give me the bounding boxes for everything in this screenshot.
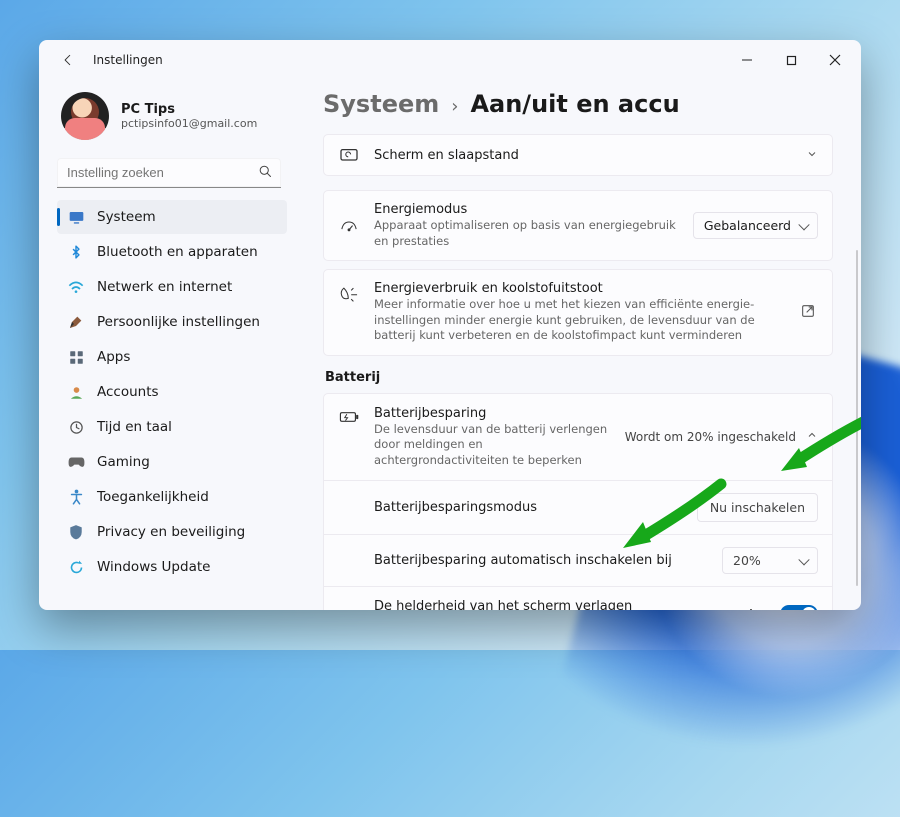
window-title: Instellingen — [93, 53, 163, 67]
sidebar-item-label: Systeem — [97, 209, 156, 225]
enable-now-button[interactable]: Nu inschakelen — [697, 493, 818, 522]
card-title: Scherm en slaapstand — [374, 148, 792, 163]
chevron-down-icon — [806, 148, 818, 163]
privacy-icon — [67, 523, 85, 541]
sidebar-item-time[interactable]: Tijd en taal — [57, 410, 287, 444]
search-input[interactable] — [57, 158, 281, 188]
network-icon — [67, 278, 85, 296]
maximize-button[interactable] — [769, 45, 813, 75]
accessibility-icon — [67, 488, 85, 506]
row-saver-mode: Batterijbesparingsmodus Nu inschakelen — [324, 480, 832, 534]
sidebar-item-accessibility[interactable]: Toegankelijkheid — [57, 480, 287, 514]
battery-header: Batterij — [325, 370, 831, 385]
breadcrumb: Systeem › Aan/uit en accu — [323, 90, 833, 118]
profile-name: PC Tips — [121, 102, 257, 117]
sidebar: PC Tips pctipsinfo01@gmail.com Systeem B… — [39, 80, 299, 610]
profile-email: pctipsinfo01@gmail.com — [121, 117, 257, 130]
close-button[interactable] — [813, 45, 857, 75]
sidebar-item-system[interactable]: Systeem — [57, 200, 287, 234]
card-title: Energiemodus — [374, 202, 679, 217]
row-title: Batterijbesparingsmodus — [374, 500, 683, 515]
sidebar-item-label: Persoonlijke instellingen — [97, 314, 260, 330]
energy-info-icon — [338, 285, 360, 303]
card-energy-info[interactable]: Energieverbruik en koolstofuitstoot Meer… — [323, 269, 833, 356]
chevron-up-icon — [806, 429, 818, 444]
screen-sleep-icon — [338, 148, 360, 164]
scrollbar[interactable] — [856, 250, 858, 586]
update-icon — [67, 558, 85, 576]
sidebar-item-apps[interactable]: Apps — [57, 340, 287, 374]
row-battery-saver[interactable]: Batterijbesparing De levensduur van de b… — [324, 394, 832, 481]
accounts-icon — [67, 383, 85, 401]
toggle-state-label: Aan — [747, 607, 770, 610]
back-button[interactable] — [57, 49, 79, 71]
breadcrumb-parent[interactable]: Systeem — [323, 90, 439, 118]
search-icon — [258, 164, 273, 183]
power-mode-select[interactable]: Gebalanceerd — [693, 212, 818, 239]
apps-icon — [67, 348, 85, 366]
row-title: Batterijbesparing — [374, 406, 611, 421]
system-icon — [67, 208, 85, 226]
nav: Systeem Bluetooth en apparaten Netwerk e… — [57, 200, 287, 584]
settings-window: Instellingen PC Tips pctipsinfo01@gmail.… — [39, 40, 861, 610]
sidebar-item-personalization[interactable]: Persoonlijke instellingen — [57, 305, 287, 339]
minimize-button[interactable] — [725, 45, 769, 75]
sidebar-item-network[interactable]: Netwerk en internet — [57, 270, 287, 304]
row-desc: De levensduur van de batterij verlengen … — [374, 422, 611, 469]
sidebar-item-label: Privacy en beveiliging — [97, 524, 245, 540]
sidebar-item-label: Windows Update — [97, 559, 210, 575]
card-power-mode[interactable]: Energiemodus Apparaat optimaliseren op b… — [323, 190, 833, 261]
battery-group: Batterij Batterijbesparing De levensduur… — [323, 370, 833, 610]
sidebar-item-update[interactable]: Windows Update — [57, 550, 287, 584]
time-icon — [67, 418, 85, 436]
sidebar-item-label: Tijd en taal — [97, 419, 172, 435]
personalization-icon — [67, 313, 85, 331]
row-title: De helderheid van het scherm verlagen wa… — [374, 599, 684, 610]
sidebar-item-label: Apps — [97, 349, 130, 365]
auto-enable-select[interactable]: 20% — [722, 547, 818, 574]
battery-saver-icon — [338, 410, 360, 424]
chevron-right-icon: › — [451, 96, 458, 117]
profile[interactable]: PC Tips pctipsinfo01@gmail.com — [57, 86, 287, 154]
avatar — [61, 92, 109, 140]
card-desc: Apparaat optimaliseren op basis van ener… — [374, 218, 679, 249]
sidebar-item-bluetooth[interactable]: Bluetooth en apparaten — [57, 235, 287, 269]
sidebar-item-label: Toegankelijkheid — [97, 489, 209, 505]
sidebar-item-label: Bluetooth en apparaten — [97, 244, 258, 260]
bluetooth-icon — [67, 243, 85, 261]
row-title: Batterijbesparing automatisch inschakele… — [374, 553, 708, 568]
page-title: Aan/uit en accu — [470, 90, 679, 118]
card-screen-sleep[interactable]: Scherm en slaapstand — [323, 134, 833, 176]
card-title: Energieverbruik en koolstofuitstoot — [374, 281, 786, 296]
lower-brightness-toggle[interactable] — [780, 605, 818, 610]
sidebar-item-privacy[interactable]: Privacy en beveiliging — [57, 515, 287, 549]
sidebar-item-label: Accounts — [97, 384, 159, 400]
row-lower-brightness: De helderheid van het scherm verlagen wa… — [324, 586, 832, 610]
sidebar-item-label: Netwerk en internet — [97, 279, 232, 295]
open-link-icon[interactable] — [800, 303, 818, 321]
gaming-icon — [67, 453, 85, 471]
power-mode-icon — [338, 219, 360, 235]
row-auto-enable: Batterijbesparing automatisch inschakele… — [324, 534, 832, 586]
sidebar-item-accounts[interactable]: Accounts — [57, 375, 287, 409]
battery-saver-status: Wordt om 20% ingeschakeld — [625, 430, 796, 444]
titlebar: Instellingen — [39, 40, 861, 80]
sidebar-item-label: Gaming — [97, 454, 150, 470]
sidebar-item-gaming[interactable]: Gaming — [57, 445, 287, 479]
card-desc: Meer informatie over hoe u met het kieze… — [374, 297, 764, 344]
search — [57, 158, 281, 188]
main-content: Systeem › Aan/uit en accu Scherm en slaa… — [299, 80, 861, 610]
